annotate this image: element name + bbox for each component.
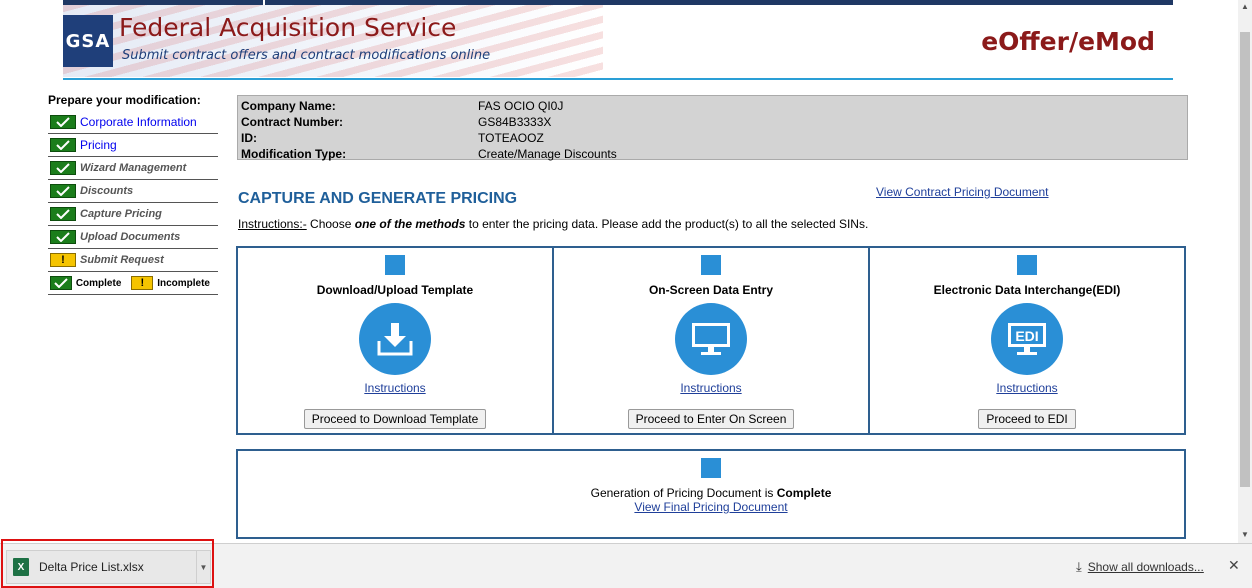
instructions-link[interactable]: Instructions [996, 381, 1057, 395]
instructions-emphasis: one of the methods [354, 217, 466, 231]
app-name: eOffer/eMod [981, 27, 1155, 56]
sidebar-item-wizard-management: Wizard Management [48, 157, 218, 180]
instructions-link[interactable]: Instructions [680, 381, 741, 395]
method-on-screen: On-Screen Data Entry Instructions Procee… [554, 248, 870, 433]
warning-icon: ! [50, 253, 76, 267]
sidebar-item-label[interactable]: Corporate Information [80, 115, 197, 129]
sidebar-item-label: Upload Documents [80, 231, 181, 243]
page-scrollbar[interactable]: ▲ ▼ [1238, 0, 1252, 543]
scrollbar-thumb[interactable] [1240, 32, 1250, 487]
edi-monitor-icon: EDI [991, 303, 1063, 375]
method-title: Download/Upload Template [316, 283, 474, 297]
sidebar-item-label[interactable]: Pricing [80, 138, 117, 152]
sidebar-item-label: Discounts [80, 185, 134, 197]
info-row-company: Company Name: FAS OCIO QI0J [241, 98, 1184, 114]
info-label: Modification Type: [241, 147, 347, 161]
check-icon [50, 161, 76, 175]
sidebar-item-corporate-information[interactable]: Corporate Information [48, 111, 218, 134]
sidebar-item-capture-pricing: Capture Pricing [48, 203, 218, 226]
check-icon [50, 276, 72, 290]
proceed-enter-on-screen-button[interactable]: Proceed to Enter On Screen [627, 409, 795, 429]
sidebar-item-pricing[interactable]: Pricing [48, 134, 218, 157]
sidebar: Prepare your modification: Corporate Inf… [48, 92, 218, 295]
chevron-down-icon[interactable]: ▼ [196, 551, 210, 583]
method-marker [1017, 255, 1037, 275]
show-all-downloads[interactable]: ⤓ Show all downloads... [1076, 559, 1204, 575]
edi-icon-text: EDI [1015, 328, 1038, 344]
method-title: On-Screen Data Entry [648, 283, 774, 297]
legend-complete-label: Complete [75, 277, 122, 289]
gsa-logo: GSA [63, 15, 113, 67]
legend-incomplete-label: Incomplete [157, 277, 210, 289]
sidebar-item-label: Submit Request [80, 254, 164, 266]
info-label: Contract Number: [241, 115, 344, 129]
sidebar-item-discounts: Discounts [48, 180, 218, 203]
site-title: Federal Acquisition Service [119, 13, 457, 42]
download-icon [359, 303, 431, 375]
pricing-methods: Download/Upload Template Instructions Pr… [236, 246, 1186, 435]
check-icon [50, 184, 76, 198]
info-row-contract-number: Contract Number: GS84B3333X [241, 114, 1184, 130]
sidebar-item-label: Wizard Management [80, 162, 187, 174]
generation-text-pre: Generation of Pricing Document is [590, 486, 777, 500]
method-edi: Electronic Data Interchange(EDI) EDI Ins… [870, 248, 1184, 433]
scroll-down-icon[interactable]: ▼ [1241, 530, 1249, 539]
site-subtitle: Submit contract offers and contract modi… [122, 48, 491, 63]
proceed-download-template-button[interactable]: Proceed to Download Template [303, 409, 487, 429]
scroll-up-icon[interactable]: ▲ [1241, 2, 1249, 11]
page-title: CAPTURE AND GENERATE PRICING [238, 190, 518, 207]
view-contract-pricing-link[interactable]: View Contract Pricing Document [876, 185, 1049, 199]
check-icon [50, 138, 76, 152]
info-value: GS84B3333X [478, 115, 552, 129]
method-title: Electronic Data Interchange(EDI) [933, 283, 1121, 297]
info-value: FAS OCIO QI0J [478, 99, 564, 113]
info-row-id: ID: TOTEAOOZ [241, 130, 1184, 146]
excel-file-icon: X [13, 558, 29, 576]
sidebar-item-label: Capture Pricing [80, 208, 162, 220]
show-all-downloads-link[interactable]: Show all downloads... [1088, 560, 1204, 574]
info-label: Company Name: [241, 99, 336, 113]
download-bar: X Delta Price List.xlsx ▼ ⤓ Show all dow… [0, 543, 1252, 588]
check-icon [50, 230, 76, 244]
info-row-modification-type: Modification Type: Create/Manage Discoun… [241, 146, 1184, 162]
download-item[interactable]: X Delta Price List.xlsx ▼ [6, 550, 211, 584]
generation-status: Complete [776, 486, 832, 500]
monitor-icon [675, 303, 747, 375]
info-value: TOTEAOOZ [478, 131, 544, 145]
status-legend: Complete ! Incomplete [48, 272, 218, 295]
generation-status-box: Generation of Pricing Document is Comple… [236, 449, 1186, 539]
sidebar-item-submit-request: ! Submit Request [48, 249, 218, 272]
method-marker [385, 255, 405, 275]
banner: GSA Federal Acquisition Service Submit c… [63, 5, 1173, 77]
method-download-upload: Download/Upload Template Instructions Pr… [238, 248, 554, 433]
warning-icon: ! [131, 276, 154, 290]
contract-info-box: Company Name: FAS OCIO QI0J Contract Num… [237, 95, 1188, 162]
check-icon [50, 207, 76, 221]
generation-text: Generation of Pricing Document is Comple… [238, 486, 1184, 500]
download-file-name[interactable]: Delta Price List.xlsx [39, 560, 196, 574]
close-icon[interactable]: ✕ [1228, 557, 1240, 574]
sidebar-title: Prepare your modification: [48, 93, 201, 107]
view-final-pricing-link[interactable]: View Final Pricing Document [634, 500, 787, 514]
instructions-text: Instructions:- Choose one of the methods… [238, 217, 868, 231]
sidebar-item-upload-documents: Upload Documents [48, 226, 218, 249]
instructions-label: Instructions:- [238, 217, 307, 231]
generation-marker [701, 458, 721, 478]
proceed-edi-button[interactable]: Proceed to EDI [978, 409, 1076, 429]
instructions-post: to enter the pricing data. Please add th… [465, 217, 869, 231]
download-arrow-icon: ⤓ [1076, 559, 1082, 574]
instructions-link[interactable]: Instructions [364, 381, 425, 395]
check-icon [50, 115, 76, 129]
method-marker [701, 255, 721, 275]
instructions-pre: Choose [306, 217, 355, 231]
info-value: Create/Manage Discounts [478, 147, 617, 161]
banner-divider [63, 78, 1173, 80]
info-label: ID: [241, 131, 257, 145]
